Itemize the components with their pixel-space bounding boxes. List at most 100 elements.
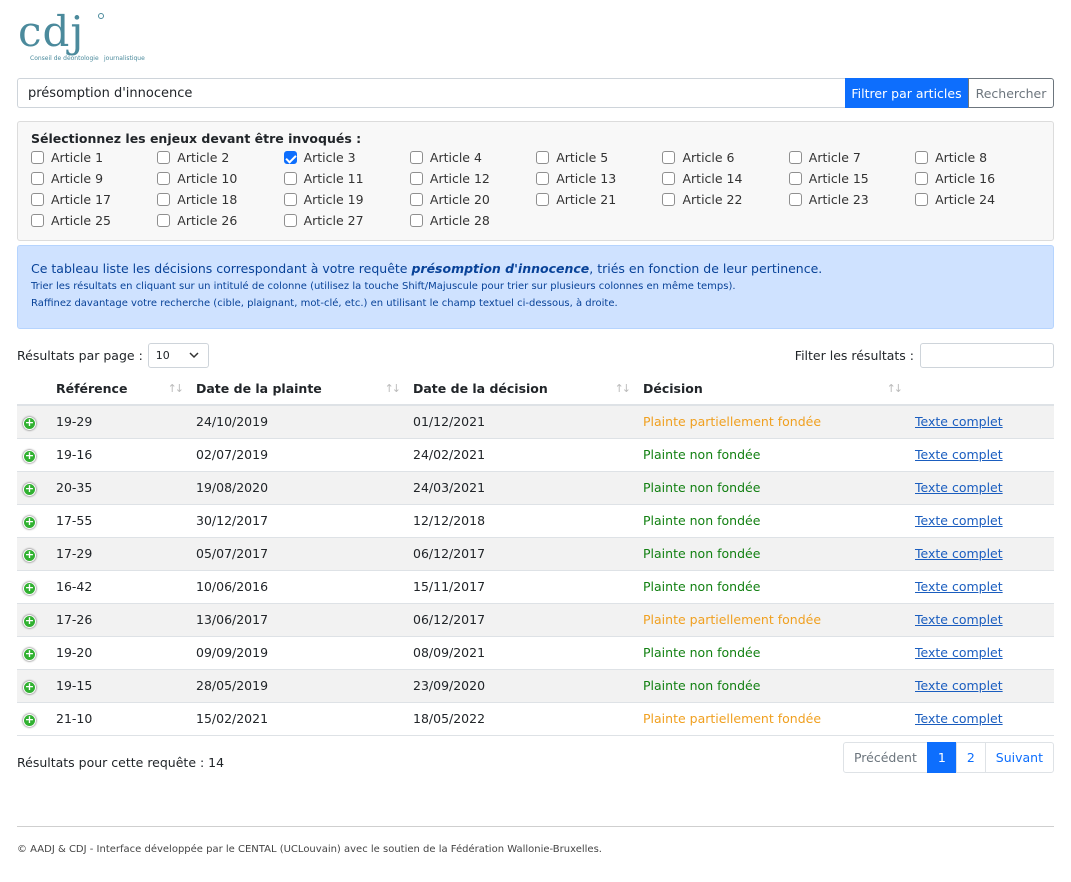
full-text-link[interactable]: Texte complet — [915, 414, 1003, 429]
pagination-previous[interactable]: Précédent — [842, 742, 928, 773]
checkbox-icon[interactable] — [536, 151, 550, 164]
checkbox-icon[interactable] — [915, 151, 929, 164]
expand-row-icon[interactable]: + — [23, 548, 36, 562]
article-checkbox-12[interactable]: Article 12 — [409, 170, 536, 187]
checkbox-icon[interactable] — [915, 172, 929, 185]
column-header-date-decision[interactable]: Date de la décision ↑↓ — [407, 373, 637, 406]
article-checkbox-3[interactable]: Article 3 — [283, 149, 410, 166]
checkbox-icon[interactable] — [31, 214, 44, 227]
checkbox-icon[interactable] — [157, 151, 171, 164]
cdj-logo[interactable]: cdj Conseil de déontologie journalistiqu… — [18, 10, 148, 66]
article-checkbox-5[interactable]: Article 5 — [536, 149, 662, 166]
cell-reference: 21-10 — [50, 702, 190, 736]
checkbox-icon[interactable] — [157, 172, 171, 185]
cell-reference: 17-29 — [50, 537, 190, 571]
checkbox-icon[interactable] — [788, 193, 802, 206]
article-checkbox-11[interactable]: Article 11 — [283, 170, 410, 187]
article-label: Article 28 — [429, 213, 490, 228]
search-button[interactable]: Rechercher — [968, 78, 1054, 108]
checkbox-icon[interactable] — [788, 151, 802, 164]
checkbox-icon[interactable] — [31, 193, 44, 206]
pagination-page-1[interactable]: 1 — [926, 742, 957, 773]
full-text-link[interactable]: Texte complet — [915, 678, 1003, 693]
cell-link: Texte complet — [909, 537, 1054, 571]
expand-row-icon[interactable]: + — [23, 647, 36, 661]
article-checkbox-15[interactable]: Article 15 — [788, 170, 915, 187]
full-text-link[interactable]: Texte complet — [915, 546, 1003, 561]
article-checkbox-4[interactable]: Article 4 — [409, 149, 536, 166]
expand-row-icon[interactable]: + — [23, 449, 36, 463]
checkbox-icon[interactable] — [409, 172, 423, 185]
article-checkbox-28[interactable]: Article 28 — [409, 212, 536, 229]
expand-row-icon[interactable]: + — [23, 416, 36, 430]
full-text-link[interactable]: Texte complet — [915, 579, 1003, 594]
checkbox-icon[interactable] — [409, 193, 423, 206]
checkbox-icon[interactable] — [536, 172, 550, 185]
checkbox-icon[interactable] — [283, 214, 297, 227]
checkbox-icon[interactable] — [31, 172, 44, 185]
filter-by-articles-button[interactable]: Filtrer par articles — [845, 78, 968, 108]
full-text-link[interactable]: Texte complet — [915, 447, 1003, 462]
checkbox-checked-icon[interactable] — [283, 151, 297, 164]
checkbox-icon[interactable] — [662, 172, 676, 185]
expand-row-icon[interactable]: + — [23, 614, 36, 628]
checkbox-icon[interactable] — [157, 193, 171, 206]
pagination-page-2[interactable]: 2 — [955, 742, 986, 773]
expand-row-icon[interactable]: + — [23, 482, 36, 496]
expand-row-icon[interactable]: + — [23, 713, 36, 727]
checkbox-icon[interactable] — [283, 172, 297, 185]
article-checkbox-8[interactable]: Article 8 — [915, 149, 1041, 166]
article-checkbox-16[interactable]: Article 16 — [915, 170, 1041, 187]
checkbox-icon[interactable] — [662, 151, 676, 164]
checkbox-icon[interactable] — [157, 214, 171, 227]
article-checkbox-24[interactable]: Article 24 — [915, 191, 1041, 208]
article-checkbox-27[interactable]: Article 27 — [283, 212, 410, 229]
checkbox-icon[interactable] — [662, 193, 676, 206]
full-text-link[interactable]: Texte complet — [915, 480, 1003, 495]
checkbox-icon[interactable] — [409, 214, 423, 227]
article-checkbox-10[interactable]: Article 10 — [157, 170, 283, 187]
column-header-reference[interactable]: Référence ↑↓ — [50, 373, 190, 406]
article-checkbox-17[interactable]: Article 17 — [31, 191, 157, 208]
pagination-next[interactable]: Suivant — [984, 742, 1054, 773]
article-checkbox-6[interactable]: Article 6 — [662, 149, 788, 166]
article-checkbox-21[interactable]: Article 21 — [536, 191, 662, 208]
checkbox-icon[interactable] — [31, 151, 44, 164]
cell-date-decision: 24/02/2021 — [407, 438, 637, 472]
article-checkbox-9[interactable]: Article 9 — [31, 170, 157, 187]
article-checkbox-22[interactable]: Article 22 — [662, 191, 788, 208]
article-checkbox-18[interactable]: Article 18 — [157, 191, 283, 208]
article-checkbox-23[interactable]: Article 23 — [788, 191, 915, 208]
article-checkbox-7[interactable]: Article 7 — [788, 149, 915, 166]
article-checkbox-20[interactable]: Article 20 — [409, 191, 536, 208]
article-checkbox-26[interactable]: Article 26 — [157, 212, 283, 229]
checkbox-icon[interactable] — [788, 172, 802, 185]
expand-row-icon[interactable]: + — [23, 680, 36, 694]
full-text-link[interactable]: Texte complet — [915, 645, 1003, 660]
expand-row-icon[interactable]: + — [23, 581, 36, 595]
table-row: +19-16 02/07/2019 24/02/2021 Plainte non fo… — [17, 438, 1054, 472]
filter-input[interactable] — [920, 343, 1054, 368]
search-input[interactable] — [17, 78, 845, 108]
article-checkbox-19[interactable]: Article 19 — [283, 191, 410, 208]
checkbox-icon[interactable] — [409, 151, 423, 164]
article-checkbox-25[interactable]: Article 25 — [31, 212, 157, 229]
checkbox-icon[interactable] — [536, 193, 550, 206]
checkbox-icon[interactable] — [915, 193, 929, 206]
cell-date-decision: 23/09/2020 — [407, 669, 637, 703]
article-checkbox-14[interactable]: Article 14 — [662, 170, 788, 187]
article-checkbox-2[interactable]: Article 2 — [157, 149, 283, 166]
per-page-select[interactable]: 10 — [147, 343, 209, 368]
full-text-link[interactable]: Texte complet — [915, 711, 1003, 726]
cell-decision: Plainte non fondée — [637, 570, 909, 604]
article-checkbox-13[interactable]: Article 13 — [536, 170, 662, 187]
checkbox-icon[interactable] — [283, 193, 297, 206]
column-header-date-plainte[interactable]: Date de la plainte ↑↓ — [190, 373, 407, 406]
column-header-decision[interactable]: Décision ↑↓ — [637, 373, 909, 406]
full-text-link[interactable]: Texte complet — [915, 513, 1003, 528]
article-checkbox-1[interactable]: Article 1 — [31, 149, 157, 166]
cell-date-plainte: 09/09/2019 — [190, 636, 407, 670]
full-text-link[interactable]: Texte complet — [915, 612, 1003, 627]
cell-reference: 19-16 — [50, 438, 190, 472]
expand-row-icon[interactable]: + — [23, 515, 36, 529]
